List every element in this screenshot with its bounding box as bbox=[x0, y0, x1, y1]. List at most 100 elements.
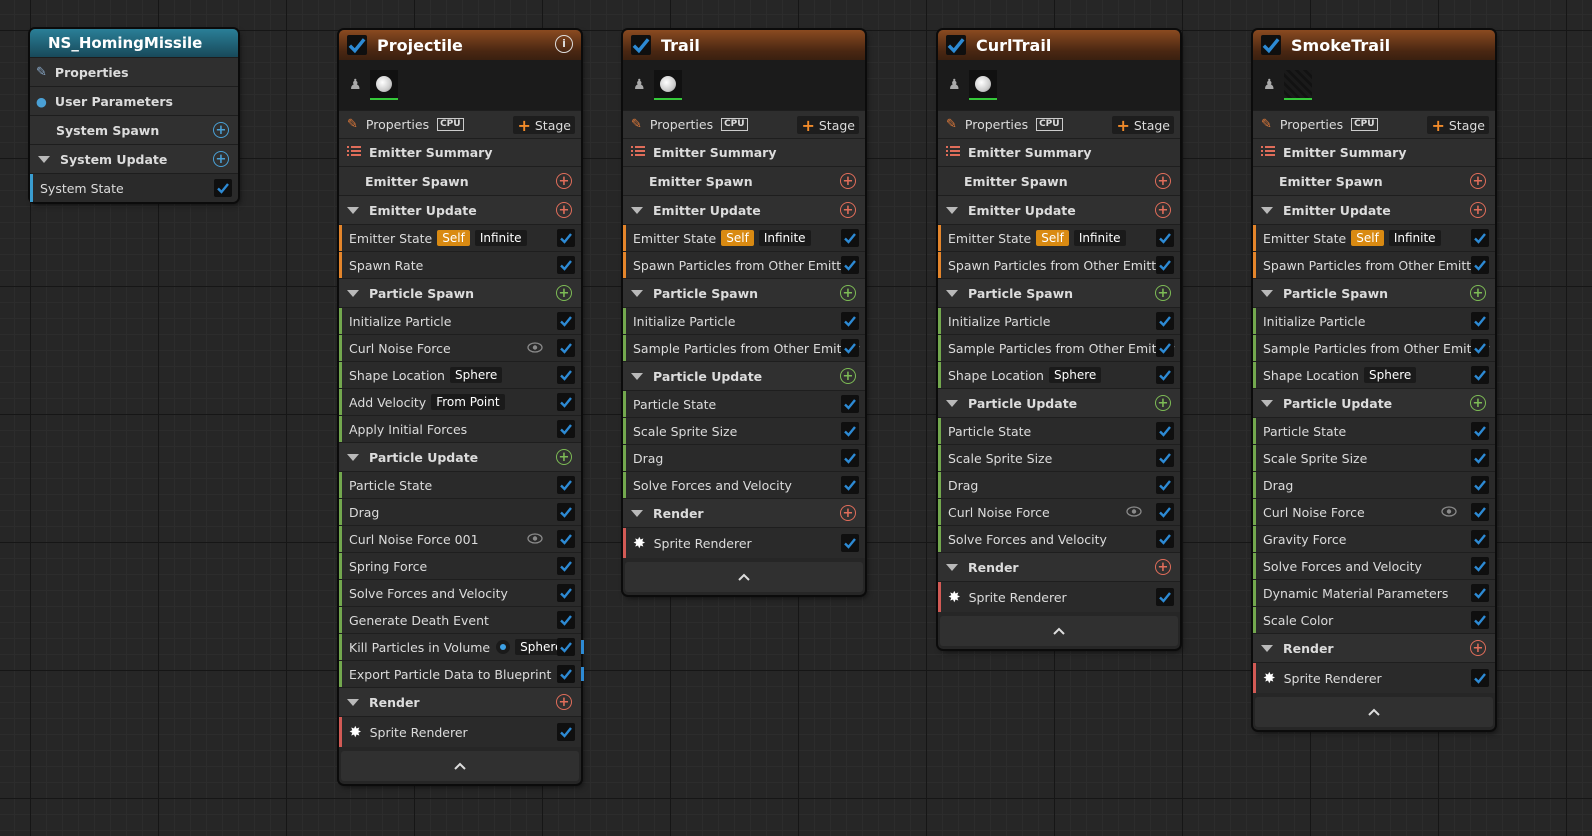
module-row[interactable]: Spring Force bbox=[339, 552, 581, 579]
enable-checkbox[interactable] bbox=[557, 366, 575, 384]
emitter-enable-checkbox[interactable] bbox=[347, 35, 367, 55]
material-thumbnail[interactable] bbox=[369, 70, 398, 100]
emitter-enable-checkbox[interactable] bbox=[1261, 35, 1281, 55]
module-row[interactable]: Sample Particles from Other Emitter bbox=[623, 334, 865, 361]
enable-checkbox[interactable] bbox=[1471, 584, 1489, 602]
particle-spawn-group[interactable]: Particle Spawn + bbox=[1253, 278, 1495, 307]
add-stage-button[interactable]: + Stage bbox=[1112, 116, 1174, 135]
add-module-icon[interactable]: + bbox=[840, 368, 856, 384]
enable-checkbox[interactable] bbox=[1156, 503, 1174, 521]
enable-checkbox[interactable] bbox=[1156, 530, 1174, 548]
emitter-update-group[interactable]: Emitter Update + bbox=[339, 195, 581, 224]
emitter-properties-row[interactable]: ✎ Properties CPU + Stage bbox=[1253, 110, 1495, 138]
module-row[interactable]: Generate Death Event bbox=[339, 606, 581, 633]
enable-checkbox[interactable] bbox=[1471, 366, 1489, 384]
enable-checkbox[interactable] bbox=[1156, 339, 1174, 357]
module-row[interactable]: Solve Forces and Velocity bbox=[339, 579, 581, 606]
add-module-icon[interactable]: + bbox=[840, 505, 856, 521]
module-row[interactable]: Scale Color bbox=[1253, 606, 1495, 633]
module-row[interactable]: Solve Forces and Velocity bbox=[938, 525, 1180, 552]
enable-checkbox[interactable] bbox=[557, 476, 575, 494]
material-thumbnail[interactable] bbox=[968, 70, 997, 100]
module-row[interactable]: Emitter State Self Infinite bbox=[1253, 224, 1495, 251]
module-row[interactable]: Add Velocity From Point bbox=[339, 388, 581, 415]
system-node[interactable]: NS_HomingMissile ✎ Properties ● User Par… bbox=[30, 29, 238, 202]
particle-spawn-group[interactable]: Particle Spawn + bbox=[938, 278, 1180, 307]
add-module-icon[interactable]: + bbox=[1470, 202, 1486, 218]
emitter-update-group[interactable]: Emitter Update + bbox=[938, 195, 1180, 224]
emitter-spawn-row[interactable]: Emitter Spawn + bbox=[623, 166, 865, 195]
emitter-properties-row[interactable]: ✎ Properties CPU + Stage bbox=[339, 110, 581, 138]
module-row[interactable]: Curl Noise Force bbox=[938, 498, 1180, 525]
visibility-eye-icon[interactable] bbox=[527, 533, 543, 544]
render-group[interactable]: Render + bbox=[1253, 633, 1495, 662]
enable-checkbox[interactable] bbox=[1471, 449, 1489, 467]
module-row[interactable]: Spawn Particles from Other Emitter bbox=[938, 251, 1180, 278]
emitter-header[interactable]: Trail bbox=[623, 30, 865, 60]
emitter-summary-row[interactable]: Emitter Summary bbox=[938, 138, 1180, 166]
enable-checkbox[interactable] bbox=[1471, 557, 1489, 575]
emitter-update-group[interactable]: Emitter Update + bbox=[1253, 195, 1495, 224]
enable-checkbox[interactable] bbox=[1471, 669, 1489, 687]
module-row[interactable]: Particle State bbox=[938, 417, 1180, 444]
module-row[interactable]: Drag bbox=[339, 498, 581, 525]
module-row[interactable]: Particle State bbox=[1253, 417, 1495, 444]
add-module-icon[interactable]: + bbox=[1155, 173, 1171, 189]
enable-checkbox[interactable] bbox=[1471, 422, 1489, 440]
collapse-triangle-icon[interactable] bbox=[347, 698, 359, 706]
add-module-icon[interactable]: + bbox=[556, 694, 572, 710]
particle-update-group[interactable]: Particle Update + bbox=[623, 361, 865, 390]
collapse-triangle-icon[interactable] bbox=[631, 509, 643, 517]
enable-checkbox[interactable] bbox=[557, 393, 575, 411]
enable-checkbox[interactable] bbox=[841, 449, 859, 467]
enable-checkbox[interactable] bbox=[1471, 611, 1489, 629]
enable-checkbox[interactable] bbox=[1471, 530, 1489, 548]
module-row[interactable]: Scale Sprite Size bbox=[938, 444, 1180, 471]
add-module-icon[interactable]: + bbox=[556, 202, 572, 218]
enable-checkbox[interactable] bbox=[557, 229, 575, 247]
module-row[interactable]: Spawn Rate bbox=[339, 251, 581, 278]
emitter-spawn-row[interactable]: Emitter Spawn + bbox=[339, 166, 581, 195]
module-row[interactable]: Particle State bbox=[339, 471, 581, 498]
add-module-icon[interactable]: + bbox=[1470, 640, 1486, 656]
add-module-icon[interactable]: + bbox=[1155, 285, 1171, 301]
emitter-properties-row[interactable]: ✎ Properties CPU + Stage bbox=[623, 110, 865, 138]
render-group[interactable]: Render + bbox=[938, 552, 1180, 581]
enable-checkbox[interactable] bbox=[1156, 366, 1174, 384]
module-row[interactable]: Dynamic Material Parameters bbox=[1253, 579, 1495, 606]
module-row[interactable]: Apply Initial Forces bbox=[339, 415, 581, 442]
module-row[interactable]: Solve Forces and Velocity bbox=[1253, 552, 1495, 579]
add-module-icon[interactable]: + bbox=[1470, 285, 1486, 301]
enable-checkbox[interactable] bbox=[557, 503, 575, 521]
module-row[interactable]: Shape Location Sphere bbox=[1253, 361, 1495, 388]
collapse-triangle-icon[interactable] bbox=[946, 563, 958, 571]
module-row[interactable]: Particle State bbox=[623, 390, 865, 417]
enable-checkbox[interactable] bbox=[1156, 312, 1174, 330]
module-row[interactable]: Initialize Particle bbox=[938, 307, 1180, 334]
add-module-icon[interactable]: + bbox=[1155, 559, 1171, 575]
module-row[interactable]: Initialize Particle bbox=[1253, 307, 1495, 334]
module-row[interactable]: Kill Particles in Volume Sphere bbox=[339, 633, 584, 660]
enable-checkbox[interactable] bbox=[1156, 449, 1174, 467]
collapse-node-button[interactable] bbox=[1255, 697, 1493, 727]
system-properties-row[interactable]: ✎ Properties bbox=[30, 57, 238, 86]
add-system-spawn-icon[interactable]: + bbox=[213, 122, 229, 138]
collapse-triangle-icon[interactable] bbox=[38, 155, 50, 163]
enable-checkbox[interactable] bbox=[557, 339, 575, 357]
visibility-eye-icon[interactable] bbox=[1126, 506, 1142, 517]
collapse-node-button[interactable] bbox=[940, 616, 1178, 646]
emitter-node[interactable]: CurlTrail ♟ ✎ Properties CPU + Stage Emitter Su… bbox=[938, 30, 1180, 649]
emitter-header[interactable]: CurlTrail bbox=[938, 30, 1180, 60]
pin-person-icon[interactable]: ♟ bbox=[633, 77, 646, 93]
enable-checkbox[interactable] bbox=[1156, 256, 1174, 274]
collapse-triangle-icon[interactable] bbox=[347, 289, 359, 297]
enable-checkbox[interactable] bbox=[841, 312, 859, 330]
collapse-triangle-icon[interactable] bbox=[1261, 289, 1273, 297]
material-thumbnail[interactable] bbox=[653, 70, 682, 100]
add-module-icon[interactable]: + bbox=[1470, 395, 1486, 411]
visibility-eye-icon[interactable] bbox=[1441, 506, 1457, 517]
module-row[interactable]: Shape Location Sphere bbox=[938, 361, 1180, 388]
module-row[interactable]: Drag bbox=[623, 444, 865, 471]
enable-checkbox[interactable] bbox=[557, 420, 575, 438]
enable-checkbox[interactable] bbox=[557, 611, 575, 629]
